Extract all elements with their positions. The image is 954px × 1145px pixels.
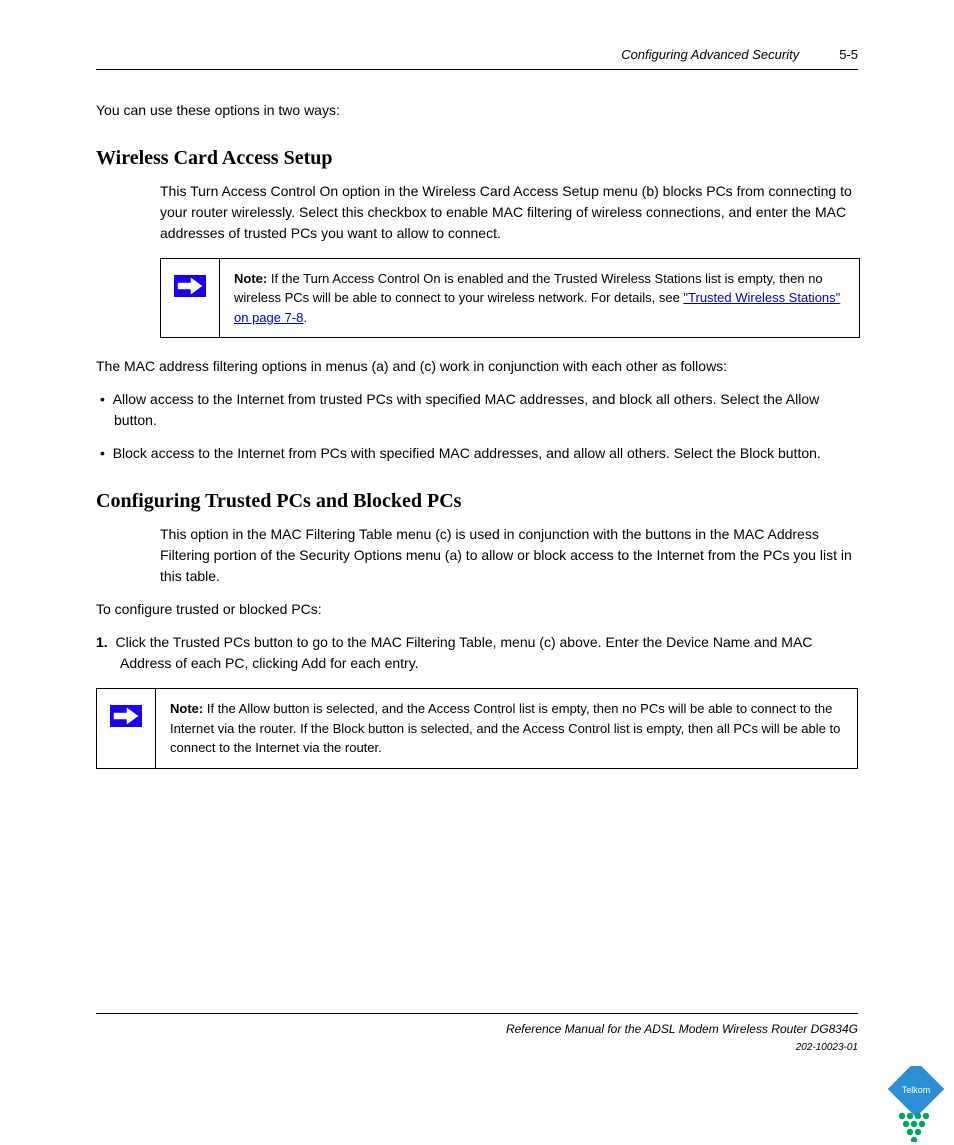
header-page-number: 5-5	[839, 45, 858, 65]
note1-text-after: .	[303, 310, 307, 325]
arrow-right-icon	[172, 273, 208, 299]
note-icon-cell	[97, 689, 156, 768]
footer-title: Reference Manual for the ADSL Modem Wire…	[506, 1022, 858, 1036]
logo-text: Telkom	[902, 1085, 931, 1095]
step-1: 1. Click the Trusted PCs button to go to…	[120, 632, 858, 674]
note-box-2: Note: If the Allow button is selected, a…	[96, 688, 858, 769]
section-heading-config-trusted: Configuring Trusted PCs and Blocked PCs	[96, 486, 858, 516]
page-footer: Reference Manual for the ADSL Modem Wire…	[96, 1013, 858, 1055]
note-text: Note: If the Allow button is selected, a…	[156, 689, 857, 768]
bullet-2-text: Block access to the Internet from PCs wi…	[113, 445, 821, 461]
list-intro: The MAC address filtering options in men…	[96, 356, 858, 377]
arrow-right-icon	[108, 703, 144, 729]
bullet-2: • Block access to the Internet from PCs …	[114, 443, 858, 464]
section-heading-wireless-card: Wireless Card Access Setup	[96, 143, 858, 173]
config-body: To configure trusted or blocked PCs:	[96, 599, 858, 620]
note-label: Note:	[234, 271, 267, 286]
bullet-1-text: Allow access to the Internet from truste…	[113, 391, 820, 428]
page-header: Configuring Advanced Security 5-5	[96, 45, 858, 65]
note-text: Note: If the Turn Access Control On is e…	[220, 259, 859, 338]
step-1-number: 1.	[96, 634, 108, 650]
footer-version: 202-10023-01	[96, 1040, 858, 1055]
footer-rule	[96, 1013, 858, 1014]
note2-text: If the Allow button is selected, and the…	[170, 701, 840, 755]
note-label: Note:	[170, 701, 203, 716]
bullet-1: • Allow access to the Internet from trus…	[114, 389, 858, 431]
telkom-logo-icon: Telkom	[880, 1066, 952, 1142]
intro-text: You can use these options in two ways:	[96, 100, 858, 121]
header-rule	[96, 69, 858, 70]
header-chapter: Configuring Advanced Security	[621, 45, 799, 65]
note-box-1: Note: If the Turn Access Control On is e…	[160, 258, 860, 339]
option-b-text: This option in the MAC Filtering Table m…	[160, 524, 858, 587]
step-1-text: Click the Trusted PCs button to go to th…	[115, 634, 812, 671]
note-icon-cell	[161, 259, 220, 338]
option-a-text: This Turn Access Control On option in th…	[160, 181, 858, 244]
